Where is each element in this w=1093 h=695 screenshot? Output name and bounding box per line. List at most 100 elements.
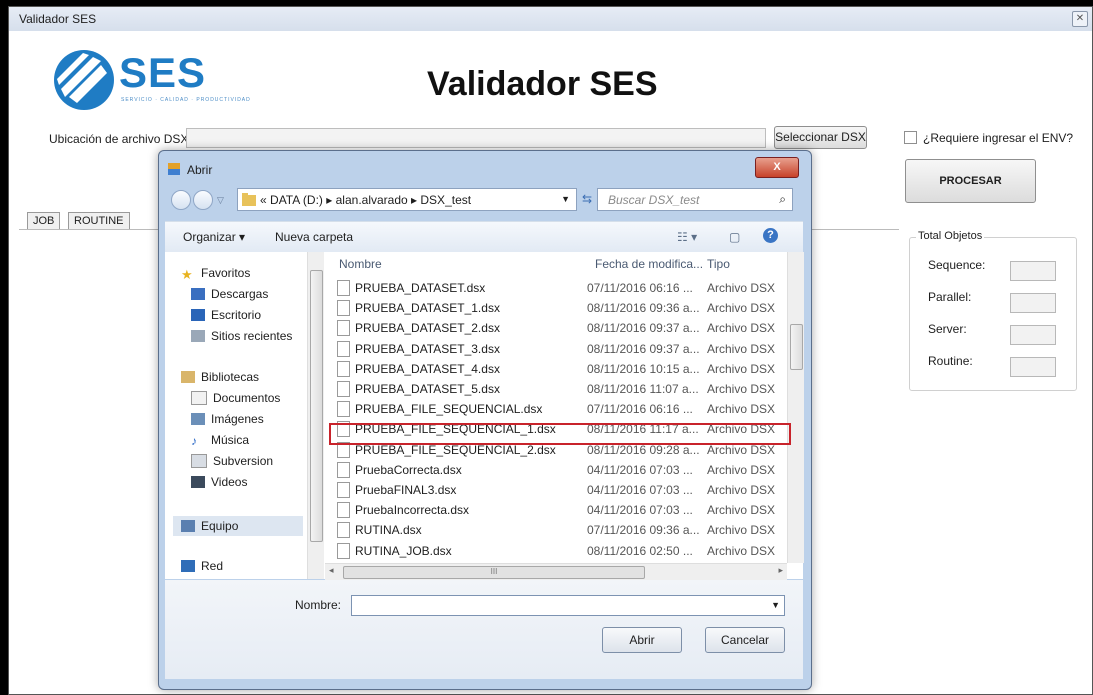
- file-icon: [337, 542, 350, 559]
- file-row[interactable]: RUTINA.dsx 07/11/2016 09:36 a... Archivo D…: [337, 520, 785, 540]
- file-row[interactable]: PRUEBA_DATASET_5.dsx 08/11/2016 11:07 a..…: [337, 379, 785, 399]
- nav-documents[interactable]: Documentos: [191, 391, 280, 405]
- file-row[interactable]: PruebaCorrecta.dsx 04/11/2016 07:03 ... Ar…: [337, 460, 785, 480]
- file-date: 08/11/2016 02:50 ...: [587, 543, 693, 558]
- parallel-label: Parallel:: [928, 290, 972, 304]
- network-icon: [181, 560, 195, 572]
- file-list: Nombre Fecha de modifica... Tipo PRUEBA_…: [325, 252, 787, 580]
- breadcrumb-drive[interactable]: DATA (D:): [270, 193, 323, 207]
- file-list-hscrollbar[interactable]: ◂ III ▸: [325, 563, 787, 580]
- tab-job[interactable]: JOB: [27, 212, 61, 230]
- cancel-button[interactable]: Cancelar: [705, 627, 785, 653]
- file-name: PruebaFINAL3.dsx: [355, 483, 457, 497]
- nav-recent[interactable]: Sitios recientes: [191, 329, 292, 343]
- file-list-vscrollbar[interactable]: [787, 252, 804, 563]
- nav-scrollbar-thumb[interactable]: [310, 270, 323, 542]
- routine-label: Routine:: [928, 354, 973, 368]
- search-icon[interactable]: ⌕: [779, 192, 786, 207]
- process-button[interactable]: PROCESAR: [905, 159, 1036, 203]
- file-name: PRUEBA_DATASET_1.dsx: [355, 301, 500, 316]
- open-button[interactable]: Abrir: [602, 627, 682, 653]
- file-name-input[interactable]: ▼: [351, 595, 785, 616]
- parallel-count: [1010, 293, 1056, 313]
- downloads-icon: [191, 288, 205, 300]
- search-placeholder: Buscar DSX_test: [608, 193, 700, 207]
- breadcrumb-overflow[interactable]: «: [260, 193, 267, 207]
- scroll-right-icon[interactable]: ▸: [778, 565, 783, 576]
- view-options-icon[interactable]: ☷ ▾: [677, 230, 697, 244]
- nav-music[interactable]: ♪ Música: [191, 433, 249, 448]
- nav-downloads[interactable]: Descargas: [191, 287, 268, 301]
- scroll-left-icon[interactable]: ◂: [329, 565, 334, 576]
- nav-network-label: Red: [201, 559, 224, 573]
- nav-subversion[interactable]: Subversion: [191, 454, 273, 468]
- file-row[interactable]: PRUEBA_FILE_SEQUENCIAL.dsx 07/11/2016 06:…: [337, 399, 785, 419]
- nav-videos[interactable]: Videos: [191, 475, 247, 489]
- file-icon: [337, 280, 350, 296]
- help-icon[interactable]: ?: [763, 228, 778, 243]
- page-title: Validador SES: [427, 65, 658, 103]
- file-row[interactable]: PruebaFINAL3.dsx 04/11/2016 07:03 ... Arch…: [337, 480, 785, 500]
- file-name: PruebaIncorrecta.dsx: [355, 503, 470, 518]
- nav-favorites[interactable]: ★ Favoritos: [181, 266, 250, 282]
- nav-downloads-label: Descargas: [211, 287, 269, 301]
- organize-menu[interactable]: Organizar ▾: [183, 230, 245, 244]
- file-row[interactable]: PRUEBA_DATASET_4.dsx 08/11/2016 10:15 a..…: [337, 359, 785, 379]
- file-row[interactable]: PruebaIncorrecta.dsx 04/11/2016 07:03 ...…: [337, 500, 785, 520]
- address-dropdown-icon[interactable]: ▼: [561, 194, 570, 204]
- address-bar[interactable]: « DATA (D:) ▸ alan.alvarado ▸ DSX_test ▼: [237, 188, 577, 211]
- tab-routine[interactable]: ROUTINE: [68, 212, 130, 230]
- nav-recent-label: Sitios recientes: [211, 329, 293, 343]
- env-checkbox[interactable]: [904, 131, 917, 144]
- file-icon: [337, 401, 350, 418]
- breadcrumb-folder[interactable]: DSX_test: [420, 193, 471, 207]
- sequence-label: Sequence:: [928, 258, 986, 272]
- search-box[interactable]: Buscar DSX_test ⌕: [597, 188, 793, 211]
- file-row[interactable]: PRUEBA_DATASET_2.dsx 08/11/2016 09:37 a..…: [337, 318, 785, 338]
- videos-icon: [191, 476, 205, 488]
- folder-icon: [242, 193, 256, 206]
- desktop-icon: [191, 309, 205, 321]
- refresh-icon[interactable]: ⇆: [579, 188, 595, 211]
- file-name: PRUEBA_FILE_SEQUENCIAL.dsx: [355, 402, 543, 417]
- nav-documents-label: Documentos: [213, 391, 281, 405]
- file-date: 08/11/2016 09:37 a...: [587, 321, 700, 336]
- nav-libraries[interactable]: Bibliotecas: [181, 370, 259, 384]
- file-location-input[interactable]: [186, 128, 766, 148]
- dialog-title: Abrir: [187, 163, 213, 177]
- nav-images[interactable]: Imágenes: [191, 412, 264, 426]
- file-icon: [337, 482, 350, 498]
- window-close-icon[interactable]: ✕: [1072, 11, 1088, 27]
- file-type: Archivo DSX: [707, 301, 776, 316]
- file-date: 07/11/2016 06:16 ...: [587, 281, 693, 295]
- file-list-scroll-thumb[interactable]: [790, 324, 803, 370]
- nav-scrollbar[interactable]: [307, 252, 324, 579]
- file-row[interactable]: PRUEBA_DATASET.dsx 07/11/2016 06:16 ... Ar…: [337, 278, 785, 298]
- file-type: Archivo DSX: [707, 523, 776, 538]
- recent-pages-chevron-icon[interactable]: ▽: [217, 195, 224, 206]
- column-header-date[interactable]: Fecha de modifica...: [595, 257, 703, 271]
- file-row[interactable]: PRUEBA_DATASET_1.dsx 08/11/2016 09:36 a..…: [337, 298, 785, 318]
- column-header-name[interactable]: Nombre: [339, 257, 382, 271]
- column-header-type[interactable]: Tipo: [707, 257, 730, 271]
- dialog-close-button[interactable]: X: [755, 157, 799, 178]
- window-title-bar: Validador SES ✕: [9, 7, 1092, 31]
- nav-images-label: Imágenes: [211, 412, 264, 426]
- file-row[interactable]: RUTINA_JOB.dsx 08/11/2016 02:50 ... Archiv…: [337, 541, 785, 561]
- file-date: 07/11/2016 06:16 ...: [587, 402, 693, 417]
- nav-desktop[interactable]: Escritorio: [191, 308, 261, 322]
- nav-computer[interactable]: Equipo: [173, 516, 303, 536]
- hscroll-thumb[interactable]: III: [343, 566, 645, 579]
- back-arrow-icon[interactable]: [171, 190, 191, 210]
- selected-file-highlight: [329, 423, 791, 445]
- dialog-body: ★ Favoritos Descargas Escritorio Sitios r…: [165, 252, 804, 580]
- select-dsx-button[interactable]: Seleccionar DSX: [774, 126, 867, 149]
- new-folder-button[interactable]: Nueva carpeta: [275, 230, 353, 244]
- breadcrumb-user[interactable]: alan.alvarado: [336, 193, 408, 207]
- file-name-dropdown-icon[interactable]: ▼: [771, 600, 780, 610]
- file-row[interactable]: PRUEBA_DATASET_3.dsx 08/11/2016 09:37 a..…: [337, 339, 785, 359]
- nav-desktop-label: Escritorio: [211, 308, 262, 322]
- forward-arrow-icon[interactable]: [193, 190, 213, 210]
- nav-network[interactable]: Red: [181, 559, 223, 573]
- preview-pane-icon[interactable]: ▢: [729, 230, 740, 244]
